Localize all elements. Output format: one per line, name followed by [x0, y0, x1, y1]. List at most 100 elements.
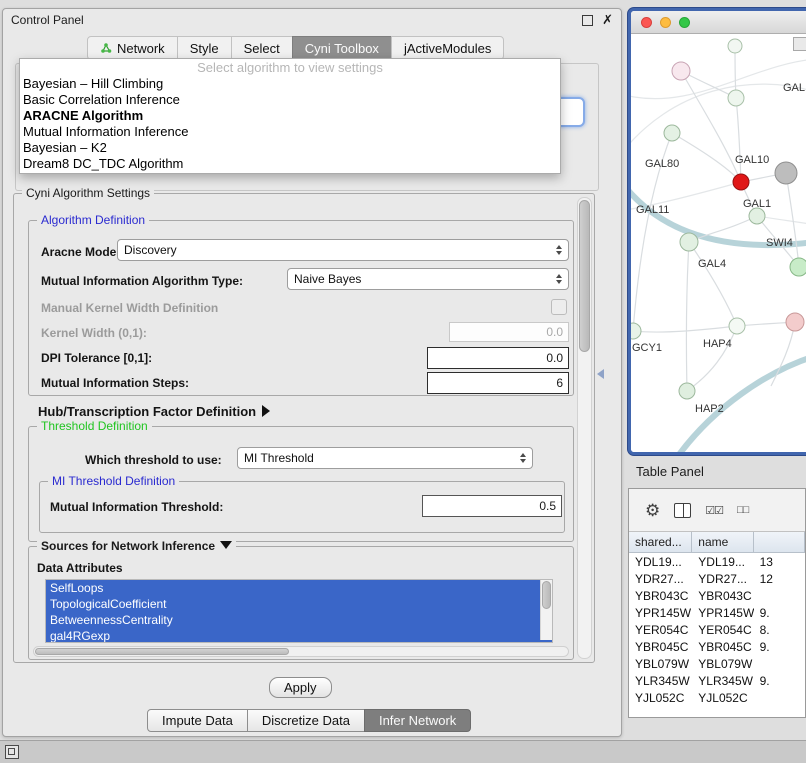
list-item[interactable]: BetweennessCentrality: [46, 612, 552, 628]
tab-cyni-toolbox[interactable]: Cyni Toolbox: [292, 36, 392, 60]
node-hap2[interactable]: [679, 383, 695, 399]
column-header[interactable]: name: [692, 532, 753, 552]
node-gal80[interactable]: [664, 125, 680, 141]
table-row[interactable]: YER054C YER054C 8.: [629, 621, 805, 638]
node[interactable]: [728, 90, 744, 106]
list-item[interactable]: TopologicalCoefficient: [46, 596, 552, 612]
settings-scrollbar-track[interactable]: [577, 197, 592, 659]
cell: YLR345W: [692, 672, 753, 689]
node[interactable]: [728, 39, 742, 53]
panel-collapse-handle[interactable]: [596, 366, 605, 382]
network-edges: [631, 59, 806, 225]
restore-window-icon[interactable]: [5, 745, 19, 759]
tab-infer-network[interactable]: Infer Network: [364, 709, 471, 732]
popup-item[interactable]: Mutual Information Inference: [20, 124, 560, 140]
table-row[interactable]: YLR345W YLR345W 9.: [629, 672, 805, 689]
columns-icon[interactable]: [674, 503, 691, 518]
collapse-down-icon: [220, 541, 232, 549]
cell: YDR27...: [692, 570, 753, 587]
cell: YBR043C: [692, 587, 753, 604]
node-gcy1[interactable]: [631, 323, 641, 339]
popup-item[interactable]: Basic Correlation Inference: [20, 92, 560, 108]
window-title: Control Panel: [11, 13, 84, 27]
sources-header[interactable]: Sources for Network Inference: [37, 539, 236, 553]
cell: 9.: [754, 672, 805, 689]
popup-item[interactable]: Bayesian – Hill Climbing: [20, 76, 560, 92]
table-row[interactable]: YBR043C YBR043C: [629, 587, 805, 604]
tab-style[interactable]: Style: [177, 36, 232, 60]
cell: [754, 655, 805, 672]
group-title: Algorithm Definition: [37, 213, 149, 227]
table-row[interactable]: YDL19... YDL19... 13: [629, 553, 805, 570]
node-pink[interactable]: [786, 313, 804, 331]
table-row[interactable]: YBR045C YBR045C 9.: [629, 638, 805, 655]
tab-discretize-data[interactable]: Discretize Data: [247, 709, 365, 732]
cell: YDR27...: [629, 570, 692, 587]
list-scrollbar-thumb[interactable]: [542, 581, 551, 609]
network-scroll-corner[interactable]: [793, 37, 806, 51]
tab-label: Cyni Toolbox: [305, 41, 379, 56]
window-zoom-button[interactable]: [679, 17, 690, 28]
settings-scrollbar-thumb[interactable]: [579, 200, 590, 352]
sources-title: Sources for Network Inference: [41, 539, 215, 553]
node-hap4[interactable]: [729, 318, 745, 334]
column-header[interactable]: shared...: [629, 532, 692, 552]
node-gray[interactable]: [775, 162, 797, 184]
node-gal1[interactable]: [749, 208, 765, 224]
list-item[interactable]: SelfLoops: [46, 580, 552, 596]
tab-impute-data[interactable]: Impute Data: [147, 709, 248, 732]
table-row[interactable]: YJL052C YJL052C: [629, 689, 805, 706]
node[interactable]: [672, 62, 690, 80]
data-attributes-list: SelfLoops TopologicalCoefficient Between…: [45, 579, 553, 643]
select-all-icon[interactable]: ☑☑: [705, 504, 723, 517]
dpi-tolerance-label: DPI Tolerance [0,1]:: [41, 351, 152, 365]
manual-kernel-label: Manual Kernel Width Definition: [41, 301, 218, 315]
deselect-all-icon[interactable]: □□: [737, 504, 748, 516]
popup-item-selected[interactable]: ARACNE Algorithm: [20, 108, 560, 124]
sources-hscrollbar-thumb[interactable]: [35, 648, 289, 655]
aracne-mode-select[interactable]: Discovery: [117, 239, 569, 261]
table-row[interactable]: YBL079W YBL079W: [629, 655, 805, 672]
sources-hscrollbar-track[interactable]: [33, 646, 569, 657]
hub-definition-header[interactable]: Hub/Transcription Factor Definition: [38, 404, 270, 419]
close-icon[interactable]: ✗: [602, 14, 613, 26]
kernel-width-label: Kernel Width (0,1):: [41, 326, 147, 340]
algorithm-definition-group: Algorithm Definition Aracne Mode: Discov…: [28, 220, 574, 396]
table-row[interactable]: YPR145W YPR145W 9.: [629, 604, 805, 621]
tab-label: jActiveModules: [404, 41, 491, 56]
network-window-titlebar: [631, 11, 806, 34]
tab-select[interactable]: Select: [231, 36, 293, 60]
node[interactable]: [790, 258, 806, 276]
network-canvas[interactable]: GAL80 GAL10 GAL11 GAL1 SWI4 GAL4 GCY1 HA…: [631, 34, 806, 453]
column-header[interactable]: [754, 532, 805, 552]
mi-threshold-group: MI Threshold Definition Mutual Informati…: [39, 481, 565, 533]
node-gal4[interactable]: [680, 233, 698, 251]
float-window-icon[interactable]: [582, 15, 593, 26]
mi-steps-field[interactable]: [427, 372, 569, 394]
tab-label: Style: [190, 41, 219, 56]
gear-icon[interactable]: ⚙: [645, 502, 660, 519]
window-minimize-button[interactable]: [660, 17, 671, 28]
cell: YPR145W: [629, 604, 692, 621]
network-graph: GAL80 GAL10 GAL11 GAL1 SWI4 GAL4 GCY1 HA…: [631, 34, 806, 453]
apply-button[interactable]: Apply: [269, 677, 332, 698]
table-row[interactable]: YDR27... YDR27... 12: [629, 570, 805, 587]
tab-jactivemodules[interactable]: jActiveModules: [391, 36, 504, 60]
mi-type-select[interactable]: Naive Bayes: [287, 268, 569, 290]
tab-network[interactable]: Network: [87, 36, 178, 60]
node-label: GAL1: [743, 198, 771, 210]
mi-threshold-field[interactable]: [422, 495, 562, 517]
cell: YBL079W: [629, 655, 692, 672]
tab-label: Network: [117, 41, 165, 56]
list-item[interactable]: gal4RGexp: [46, 628, 552, 643]
bottom-tab-row: Impute Data Discretize Data Infer Networ…: [147, 709, 471, 732]
which-threshold-select[interactable]: MI Threshold: [237, 447, 533, 469]
popup-placeholder: Select algorithm to view settings: [20, 60, 560, 76]
node-gal10-selected[interactable]: [733, 174, 749, 190]
popup-item[interactable]: Bayesian – K2: [20, 140, 560, 156]
popup-item[interactable]: Dream8 DC_TDC Algorithm: [20, 156, 560, 172]
window-close-button[interactable]: [641, 17, 652, 28]
combo-value: Discovery: [124, 243, 552, 257]
list-scrollbar-track[interactable]: [540, 580, 552, 640]
dpi-tolerance-field[interactable]: [427, 347, 569, 369]
